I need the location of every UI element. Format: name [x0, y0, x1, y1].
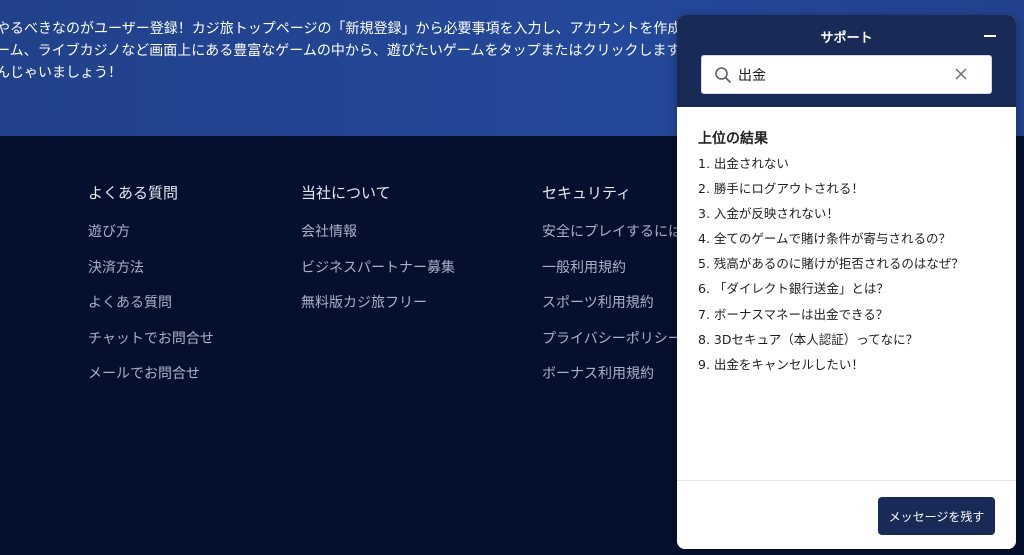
- results-list: 1. 出金されない 2. 勝手にログアウトされる！ 3. 入金が反映されない！ …: [698, 155, 964, 381]
- results-heading: 上位の結果: [698, 131, 768, 147]
- footer-column-security: セキュリティ 安全にプレイするには 一般利用規約 スポーツ利用規約 プライバシー…: [542, 183, 682, 400]
- support-widget-footer: メッセージを残す: [677, 480, 1016, 549]
- support-widget-header: サポート: [677, 15, 1016, 107]
- support-search-box[interactable]: [701, 55, 992, 94]
- footer-column-faq: よくある質問 遊び方 決済方法 よくある質問 チャットでお問合せ メールでお問合…: [88, 183, 214, 400]
- footer-column-title: よくある質問: [88, 184, 179, 202]
- result-item[interactable]: 5. 残高があるのに賭けが拒否されるのはなぜ？: [698, 255, 964, 280]
- footer-link[interactable]: よくある質問: [88, 293, 214, 329]
- result-item[interactable]: 8. 3Dセキュア（本人認証）ってなに？: [698, 331, 964, 356]
- support-widget: サポート 上位の結果 1. 出金されない 2. 勝手にログアウトされる！ 3. …: [677, 15, 1016, 549]
- footer-link[interactable]: 無料版カジ旅フリー: [301, 293, 455, 329]
- leave-message-button[interactable]: メッセージを残す: [878, 497, 995, 535]
- footer-link[interactable]: プライバシーポリシー: [542, 329, 682, 365]
- result-item[interactable]: 4. 全てのゲームで賭け条件が寄与されるの？: [698, 230, 964, 255]
- footer-link[interactable]: 会社情報: [301, 222, 455, 258]
- support-search-input[interactable]: [738, 64, 938, 86]
- close-icon[interactable]: [953, 66, 969, 82]
- result-item[interactable]: 7. ボーナスマネーは出金できる？: [698, 306, 964, 331]
- result-item[interactable]: 2. 勝手にログアウトされる！: [698, 180, 964, 205]
- result-item[interactable]: 3. 入金が反映されない！: [698, 205, 964, 230]
- footer-column-title: セキュリティ: [542, 184, 632, 202]
- footer-link[interactable]: スポーツ利用規約: [542, 293, 682, 329]
- minimize-icon[interactable]: [984, 27, 998, 43]
- result-item[interactable]: 6. 「ダイレクト銀行送金」とは？: [698, 280, 964, 305]
- footer-column-title: 当社について: [301, 184, 391, 202]
- search-icon: [715, 67, 731, 83]
- footer-link[interactable]: 安全にプレイするには: [542, 222, 682, 258]
- result-item[interactable]: 9. 出金をキャンセルしたい！: [698, 356, 964, 381]
- support-widget-title: サポート: [820, 31, 873, 46]
- footer-link[interactable]: 一般利用規約: [542, 258, 682, 294]
- footer-link[interactable]: チャットでお問合せ: [88, 329, 214, 365]
- hero-description: やるべきなのがユーザー登録！カジ旅トップページの「新規登録」から必要事項を入力し…: [0, 21, 696, 81]
- footer-link[interactable]: ボーナス利用規約: [542, 364, 682, 400]
- footer-link[interactable]: ビジネスパートナー募集: [301, 258, 455, 294]
- footer-column-about: 当社について 会社情報 ビジネスパートナー募集 無料版カジ旅フリー: [301, 183, 455, 329]
- support-results-panel: 上位の結果 1. 出金されない 2. 勝手にログアウトされる！ 3. 入金が反映…: [677, 107, 1016, 480]
- footer-link[interactable]: 決済方法: [88, 258, 214, 294]
- footer-link[interactable]: メールでお問合せ: [88, 364, 214, 400]
- footer-link[interactable]: 遊び方: [88, 222, 214, 258]
- result-item[interactable]: 1. 出金されない: [698, 155, 964, 180]
